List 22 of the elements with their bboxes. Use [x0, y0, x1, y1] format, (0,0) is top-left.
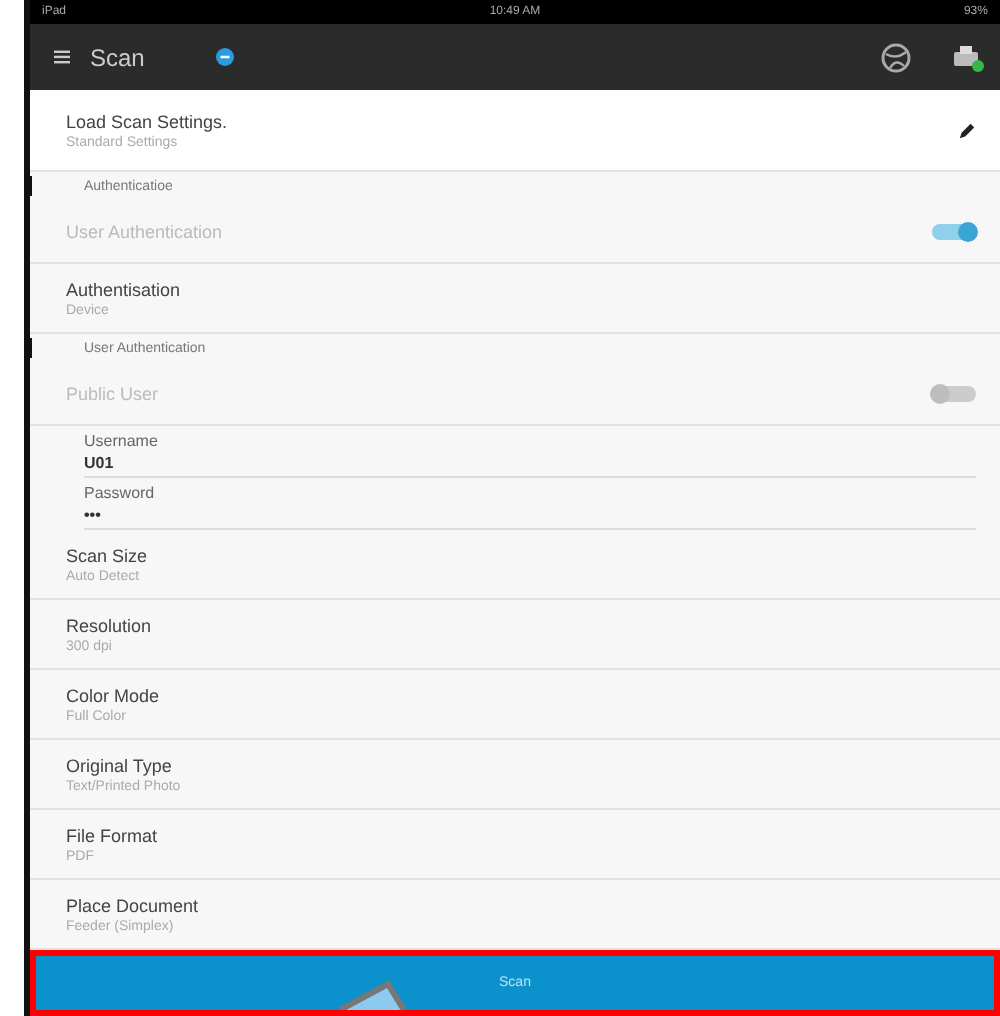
field-label: Username — [84, 432, 160, 450]
globe-icon[interactable] — [880, 41, 912, 73]
toggle-label: Public User — [66, 384, 161, 404]
setting-title: File Format — [66, 825, 160, 845]
printer-icon[interactable] — [952, 41, 984, 73]
status-dot-icon — [216, 48, 235, 66]
toggle-switch[interactable] — [932, 224, 976, 240]
setting-title: Scan Size — [66, 545, 150, 565]
toggle-switch[interactable] — [932, 386, 976, 402]
screen-title: Scan — [90, 43, 145, 71]
setting-title: Authentisation — [66, 279, 183, 299]
toggle-label: User Authentication — [66, 222, 225, 242]
pencil-icon[interactable] — [958, 121, 976, 139]
setting-title: Load Scan Settings. — [66, 111, 230, 131]
input-field[interactable]: Username U01 — [84, 426, 976, 478]
setting-title: Place Document — [66, 895, 201, 915]
setting-title: Resolution — [66, 615, 154, 635]
menu-icon[interactable] — [54, 50, 70, 64]
setting-title: Original Type — [66, 755, 174, 775]
setting-title: Color Mode — [66, 685, 162, 705]
field-label: Password — [84, 484, 157, 502]
input-field[interactable]: Password ••• — [84, 478, 976, 530]
